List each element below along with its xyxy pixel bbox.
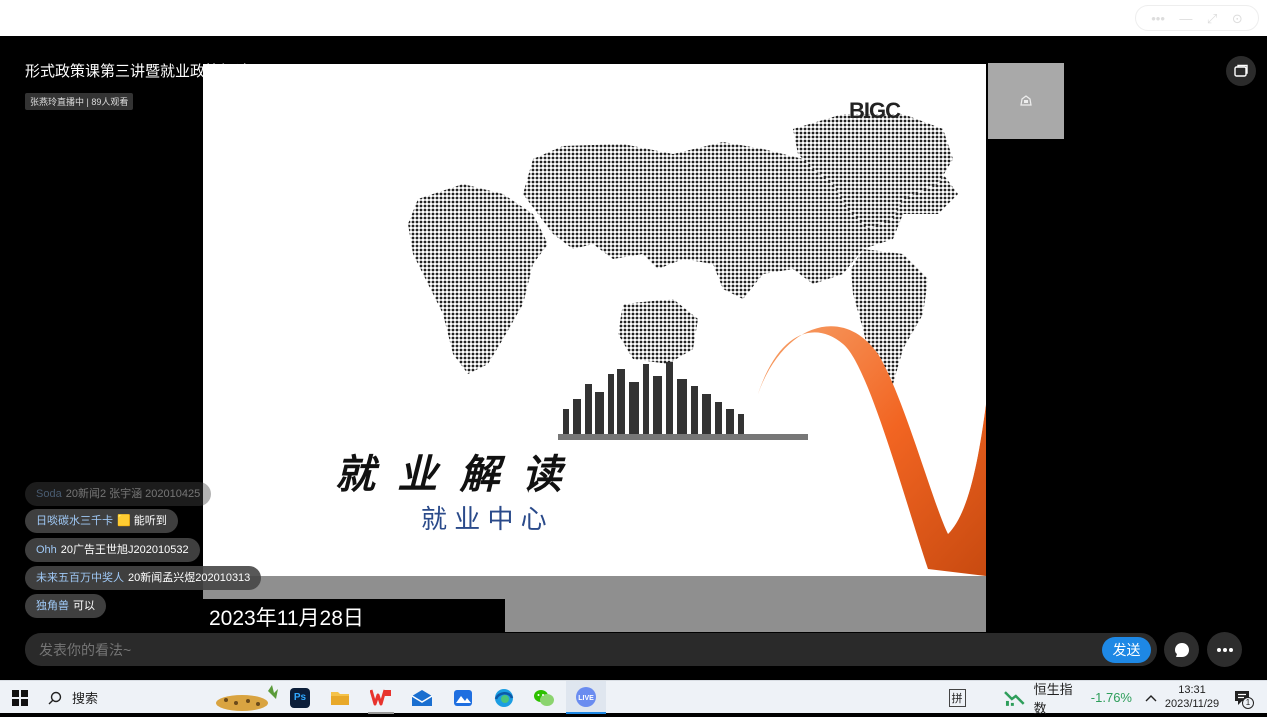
- chat-message: 独角兽 可以: [25, 594, 106, 618]
- fullscreen-icon[interactable]: ⤢: [1207, 12, 1217, 25]
- window-controls: ••• — ⤢ ⊙: [1135, 5, 1259, 31]
- clock-time: 13:31: [1178, 684, 1206, 697]
- slide-date: 2023年11月28日: [203, 599, 505, 632]
- chat-username[interactable]: 独角兽: [36, 600, 69, 612]
- notification-center-button[interactable]: 1: [1230, 681, 1254, 714]
- camera-off-icon: [1020, 95, 1032, 106]
- edge-browser-icon: [494, 688, 514, 707]
- taskbar-edge[interactable]: [492, 681, 516, 714]
- stock-widget[interactable]: 恒生指数 -1.76%: [1004, 681, 1132, 716]
- comment-input[interactable]: [39, 639, 939, 661]
- chat-message: Soda 20新闻2 张宇涵 202010425: [25, 482, 212, 506]
- cheetah-illustration-icon: [216, 684, 278, 711]
- photoshop-icon: Ps: [290, 687, 310, 708]
- minimize-icon[interactable]: —: [1179, 12, 1192, 25]
- live-stage: BIGC 就 业 解 读 就 业 中 心 2023年11月28日 形式政策课第三…: [0, 36, 1267, 680]
- stock-change: -1.76%: [1090, 690, 1132, 705]
- chat-username[interactable]: Ohh: [36, 544, 57, 556]
- taskbar-wechat[interactable]: [532, 681, 556, 714]
- wps-icon: [370, 689, 391, 705]
- send-button[interactable]: 发送: [1102, 637, 1151, 663]
- comment-bar: [25, 633, 1157, 666]
- more-options-button[interactable]: [1207, 632, 1242, 667]
- mail-icon: [411, 689, 433, 706]
- ime-indicator[interactable]: 拼: [946, 681, 968, 714]
- taskbar-live-app[interactable]: LIVE: [566, 681, 606, 714]
- slide-logo: BIGC: [849, 98, 901, 123]
- map-africa: [408, 184, 548, 374]
- search-label: 搜索: [72, 691, 99, 706]
- folder-icon: [331, 691, 349, 705]
- taskbar-file-explorer[interactable]: [328, 681, 352, 714]
- live-title: 形式政策课第三讲暨就业政策解读: [25, 63, 251, 80]
- world-map-graphic: [408, 114, 986, 576]
- live-status-badge: 张燕玲直播中 | 89人观看: [25, 93, 134, 110]
- orange-ribbon: [758, 326, 986, 576]
- city-skyline: [558, 362, 808, 440]
- slide-subheading: 就 业 中 心: [421, 504, 547, 534]
- like-icon: [1174, 642, 1189, 657]
- slide-heading: 就 业 解 读: [335, 453, 562, 497]
- chat-username[interactable]: 未来五百万中奖人: [36, 572, 124, 584]
- windows-logo-icon: [12, 689, 28, 706]
- chat-message: 日啖碳水三千卡 🟨 能听到: [25, 509, 178, 533]
- chat-message: Ohh 20广告王世旭J202010532: [25, 538, 200, 562]
- picture-in-picture-button[interactable]: [1226, 56, 1256, 86]
- close-icon[interactable]: ⊙: [1232, 12, 1243, 25]
- search-icon: [48, 691, 62, 704]
- chat-text: 20新闻2 张宇涵 202010425: [65, 488, 201, 500]
- photos-icon: [454, 689, 472, 706]
- chevron-up-icon: [1145, 694, 1157, 701]
- taskbar-search[interactable]: 搜索: [48, 681, 168, 714]
- notification-count-badge: 1: [1242, 697, 1254, 709]
- more-dots-icon: [1216, 647, 1233, 652]
- wechat-icon: [534, 689, 554, 706]
- chat-text: 可以: [73, 600, 95, 612]
- presentation-slide: BIGC 就 业 解 读 就 业 中 心: [203, 64, 986, 576]
- tray-overflow-button[interactable]: [1143, 681, 1159, 714]
- chat-message: 未来五百万中奖人 20新闻孟兴煜202010313: [25, 566, 262, 590]
- live-app-icon: LIVE: [576, 686, 596, 707]
- taskbar-photoshop[interactable]: Ps: [288, 681, 312, 714]
- stock-chart-icon: [1004, 690, 1025, 706]
- pip-icon: [1234, 64, 1248, 77]
- window-titlebar: ••• — ⤢ ⊙: [0, 0, 1267, 36]
- camera-thumbnail[interactable]: [988, 63, 1064, 139]
- stock-label: 恒生指数: [1033, 681, 1073, 716]
- taskbar-mail[interactable]: [410, 681, 434, 714]
- search-highlight-image[interactable]: [212, 681, 278, 714]
- svg-text:LIVE: LIVE: [578, 695, 594, 702]
- chat-text: 20广告王世旭J202010532: [60, 544, 189, 556]
- taskbar: 搜索 Ps LIVE 拼 恒生指数 -1.76% 13:31 2023/11/2…: [0, 680, 1267, 716]
- more-icon[interactable]: •••: [1151, 12, 1165, 25]
- clock[interactable]: 13:31 2023/11/29: [1162, 681, 1222, 714]
- map-oceania: [618, 299, 698, 364]
- chat-text: 20新闻孟兴煜202010313: [128, 572, 251, 584]
- clock-date: 2023/11/29: [1164, 697, 1220, 710]
- start-button[interactable]: [8, 681, 32, 714]
- taskbar-wps[interactable]: [368, 681, 394, 714]
- chat-username[interactable]: 日啖碳水三千卡: [36, 515, 113, 527]
- like-button[interactable]: [1164, 632, 1199, 667]
- chat-text: 🟨 能听到: [117, 515, 167, 527]
- taskbar-photos[interactable]: [451, 681, 475, 714]
- ime-label: 拼: [948, 688, 966, 707]
- chat-username[interactable]: Soda: [36, 488, 62, 500]
